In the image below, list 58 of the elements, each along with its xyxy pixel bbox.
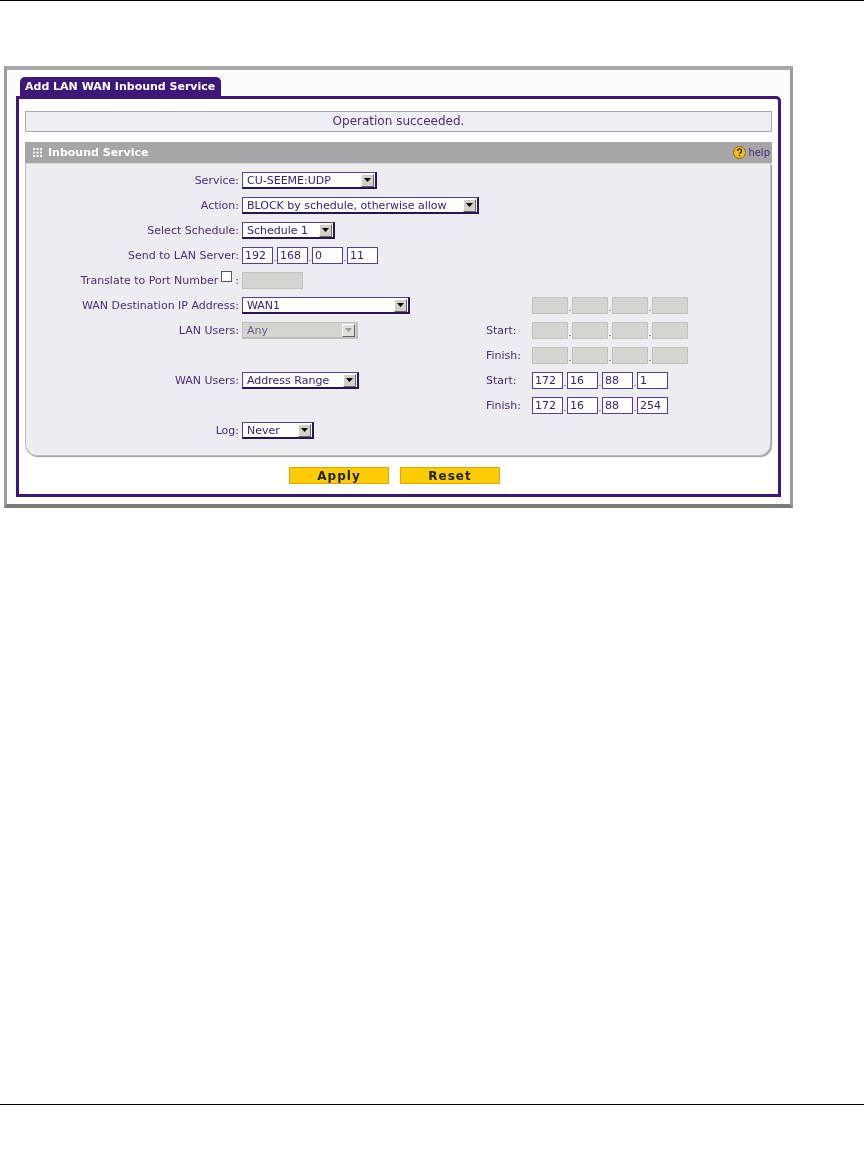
ip-octet-field[interactable]: 168 [277,247,308,264]
ip-separator: . [608,304,612,312]
dropdown[interactable]: Never [242,422,314,439]
help-icon [733,146,747,159]
field-label: Send to LAN Server: [128,249,239,262]
colon-label: : [235,274,239,287]
ip-separator: . [563,404,567,412]
ip-separator: . [273,254,277,262]
ip-separator: . [308,254,312,262]
ip-octet-field[interactable]: 11 [347,247,378,264]
field-label: Finish: [486,349,522,362]
section-title: Inbound Service [48,146,149,159]
ip-octet-field[interactable]: 0 [312,247,343,264]
field-label: LAN Users: [178,324,239,337]
ip-octet-field[interactable]: 254 [637,397,668,414]
ip-octet-field[interactable]: 172 [532,372,563,389]
field-label: Log: [215,424,239,437]
field-label: Start: [486,374,517,387]
ip-separator: . [608,329,612,337]
ip-octet-field[interactable]: 16 [567,397,598,414]
ip-separator: . [343,254,347,262]
ip-separator: . [648,329,652,337]
field-label: Start: [486,324,517,337]
field-label: Service: [194,174,239,187]
dropdown[interactable]: WAN1 [242,297,410,314]
ip-octet-field[interactable]: 88 [602,397,633,414]
ip-separator: . [633,404,637,412]
ip-octet-field[interactable]: 1 [637,372,668,389]
field-label: WAN Destination IP Address: [81,299,239,312]
field-label: Finish: [486,399,522,412]
ip-separator: . [568,354,572,362]
ip-separator: . [598,379,602,387]
dropdown[interactable]: Schedule 1 [242,222,335,239]
field-label: Select Schedule: [147,224,239,237]
ip-separator: . [648,354,652,362]
dropdown[interactable]: Address Range [242,372,359,389]
ip-separator: . [568,304,572,312]
grip-icon [33,148,42,157]
button[interactable]: Apply [289,467,389,484]
help-link[interactable]: help [733,146,770,159]
tab[interactable]: Add LAN WAN Inbound Service [20,77,222,96]
status-message: Operation succeeded. [25,111,772,132]
ip-octet-field[interactable]: 16 [567,372,598,389]
ip-octet-field[interactable]: 172 [532,397,563,414]
ip-octet-field[interactable]: 192 [242,247,273,264]
ip-separator: . [598,404,602,412]
ip-separator: . [608,354,612,362]
ip-octet-field[interactable]: 88 [602,372,633,389]
dropdown[interactable]: BLOCK by schedule, otherwise allow [242,197,479,214]
ip-separator: . [568,329,572,337]
ip-separator: . [633,379,637,387]
dropdown[interactable]: CU-SEEME:UDP [242,172,377,189]
ip-separator: . [648,304,652,312]
field-label: WAN Users: [174,374,239,387]
ip-separator: . [563,379,567,387]
field-label: Action: [200,199,239,212]
field-label: Translate to Port Number [80,274,219,287]
button[interactable]: Reset [400,467,500,484]
